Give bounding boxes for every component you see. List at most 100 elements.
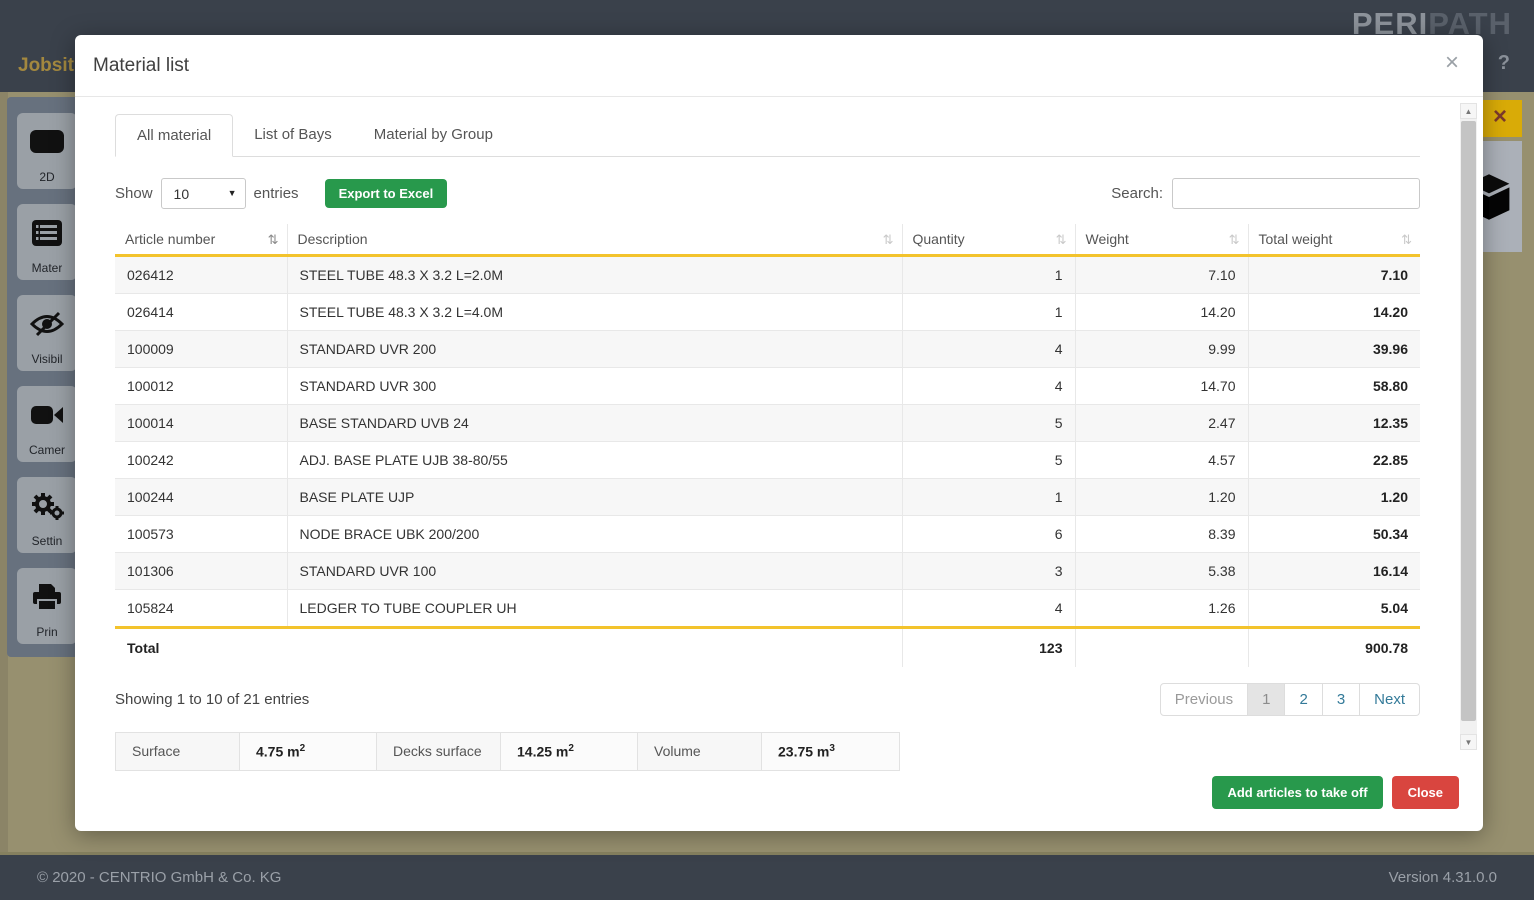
camera-icon — [30, 386, 64, 443]
sidebar-item-2d[interactable]: 2D — [17, 113, 77, 189]
scroll-up-icon[interactable]: ▲ — [1460, 103, 1477, 119]
cell-article-number: 026412 — [115, 256, 287, 294]
cell-article-number: 100014 — [115, 405, 287, 442]
table-row: 101306 STANDARD UVR 100 3 5.38 16.14 — [115, 553, 1420, 590]
cell-quantity: 5 — [902, 442, 1075, 479]
column-header-quantity[interactable]: Quantity⇅ — [902, 224, 1075, 256]
cell-weight: 4.57 — [1075, 442, 1248, 479]
table-row: 100014 BASE STANDARD UVB 24 5 2.47 12.35 — [115, 405, 1420, 442]
pagination: Previous 123 Next — [1160, 683, 1420, 716]
cell-description: STANDARD UVR 100 — [287, 553, 902, 590]
page-number-button[interactable]: 3 — [1323, 683, 1360, 716]
column-label: Quantity — [913, 231, 965, 247]
search-zone: Search: — [1111, 178, 1420, 209]
sort-icon: ⇅ — [1401, 232, 1412, 248]
dialog-body: All material List of Bays Material by Gr… — [75, 113, 1483, 771]
export-to-excel-button[interactable]: Export to Excel — [325, 179, 448, 208]
sidebar-item-camera[interactable]: Camer — [17, 386, 77, 462]
cell-description: BASE PLATE UJP — [287, 479, 902, 516]
summary-item: Volume 23.75 m3 — [638, 733, 899, 770]
column-header-weight[interactable]: Weight⇅ — [1075, 224, 1248, 256]
show-label: Show — [115, 185, 153, 202]
sidebar-item-material[interactable]: Mater — [17, 204, 77, 280]
cell-quantity: 3 — [902, 553, 1075, 590]
cell-quantity: 5 — [902, 405, 1075, 442]
modal-scrollbar[interactable]: ▲ ▼ — [1460, 103, 1477, 750]
scrollbar-thumb[interactable] — [1461, 121, 1476, 721]
sidebar-item-visibility[interactable]: Visibil — [17, 295, 77, 371]
close-icon[interactable]: × — [1445, 51, 1459, 75]
summary-bar: Surface 4.75 m2 Decks surface 14.25 m2 V… — [115, 732, 900, 771]
cell-total-weight: 50.34 — [1248, 516, 1420, 553]
cell-quantity: 6 — [902, 516, 1075, 553]
table-row: 026414 STEEL TUBE 48.3 X 3.2 L=4.0M 1 14… — [115, 294, 1420, 331]
column-label: Description — [298, 231, 368, 247]
scroll-down-icon[interactable]: ▼ — [1460, 734, 1477, 750]
cell-weight: 8.39 — [1075, 516, 1248, 553]
cell-article-number: 100012 — [115, 368, 287, 405]
page-number-button[interactable]: 1 — [1248, 683, 1285, 716]
cell-article-number: 100573 — [115, 516, 287, 553]
summary-exponent: 3 — [829, 743, 835, 754]
cell-weight: 5.38 — [1075, 553, 1248, 590]
dialog-header: Material list — [75, 35, 1483, 97]
cell-description: STEEL TUBE 48.3 X 3.2 L=4.0M — [287, 294, 902, 331]
cell-quantity: 1 — [902, 294, 1075, 331]
cell-total-weight: 16.14 — [1248, 553, 1420, 590]
summary-number: 4.75 m — [256, 744, 300, 760]
total-weight-empty — [1075, 628, 1248, 668]
column-header-total-weight[interactable]: Total weight⇅ — [1248, 224, 1420, 256]
jobsite-tab[interactable]: Jobsit — [18, 55, 74, 77]
cell-weight: 7.10 — [1075, 256, 1248, 294]
sidebar-item-print[interactable]: Prin — [17, 568, 77, 644]
status-bar: © 2020 - CENTRIO GmbH & Co. KG Version 4… — [0, 852, 1534, 900]
material-list-dialog: Material list × All material List of Bay… — [75, 35, 1483, 831]
material-table: Article number⇅ Description⇅ Quantity⇅ W… — [115, 224, 1420, 667]
add-articles-button[interactable]: Add articles to take off — [1212, 776, 1382, 809]
column-label: Article number — [125, 231, 215, 247]
cell-total-weight: 58.80 — [1248, 368, 1420, 405]
cell-description: ADJ. BASE PLATE UJB 38-80/55 — [287, 442, 902, 479]
previous-page-button[interactable]: Previous — [1160, 683, 1248, 716]
column-label: Weight — [1086, 231, 1129, 247]
dialog-actions: Add articles to take off Close — [1212, 776, 1459, 809]
cell-weight: 14.70 — [1075, 368, 1248, 405]
summary-number: 23.75 m — [778, 744, 829, 760]
sidebar-item-settings[interactable]: Settin — [17, 477, 77, 553]
column-header-article-number[interactable]: Article number ⇅ — [115, 224, 287, 256]
total-label: Total — [115, 628, 902, 668]
total-weight-sum: 900.78 — [1248, 628, 1420, 668]
panel-close-button[interactable]: × — [1478, 100, 1522, 137]
cell-description: STANDARD UVR 300 — [287, 368, 902, 405]
summary-label: Decks surface — [377, 733, 501, 770]
table-total-row: Total 123 900.78 — [115, 628, 1420, 668]
page-number-button[interactable]: 2 — [1285, 683, 1322, 716]
sidebar-item-label: Settin — [32, 534, 63, 548]
summary-exponent: 2 — [300, 743, 306, 754]
table-row: 100573 NODE BRACE UBK 200/200 6 8.39 50.… — [115, 516, 1420, 553]
cell-article-number: 100244 — [115, 479, 287, 516]
column-header-description[interactable]: Description⇅ — [287, 224, 902, 256]
2d-view-icon — [30, 113, 64, 170]
page-size-select[interactable]: 10 — [161, 178, 246, 209]
close-button[interactable]: Close — [1392, 776, 1459, 809]
summary-value: 23.75 m3 — [762, 733, 899, 770]
cell-total-weight: 14.20 — [1248, 294, 1420, 331]
search-input[interactable] — [1172, 178, 1420, 209]
next-page-button[interactable]: Next — [1360, 683, 1420, 716]
tab-list-of-bays[interactable]: List of Bays — [233, 114, 353, 157]
cell-article-number: 105824 — [115, 590, 287, 628]
table-row: 100009 STANDARD UVR 200 4 9.99 39.96 — [115, 331, 1420, 368]
tab-material-by-group[interactable]: Material by Group — [353, 114, 514, 157]
summary-label: Surface — [116, 733, 240, 770]
summary-item: Decks surface 14.25 m2 — [377, 733, 638, 770]
help-icon[interactable]: ? — [1498, 52, 1510, 75]
table-row: 100242 ADJ. BASE PLATE UJB 38-80/55 5 4.… — [115, 442, 1420, 479]
sort-asc-icon: ⇅ — [268, 232, 279, 248]
table-row: 100244 BASE PLATE UJP 1 1.20 1.20 — [115, 479, 1420, 516]
cell-weight: 2.47 — [1075, 405, 1248, 442]
tab-all-material[interactable]: All material — [115, 114, 233, 157]
table-body: 026412 STEEL TUBE 48.3 X 3.2 L=2.0M 1 7.… — [115, 256, 1420, 628]
cell-weight: 14.20 — [1075, 294, 1248, 331]
copyright-text: © 2020 - CENTRIO GmbH & Co. KG — [37, 869, 281, 886]
